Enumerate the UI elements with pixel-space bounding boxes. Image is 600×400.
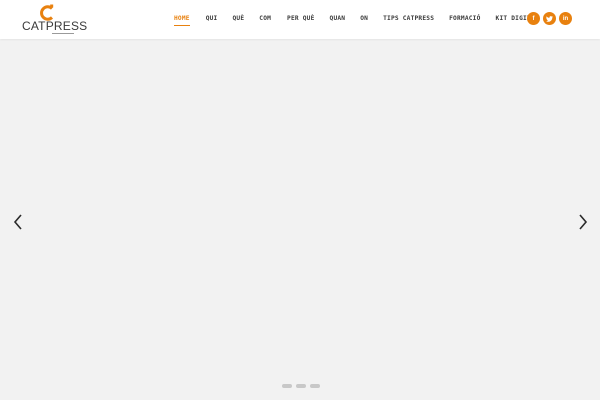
nav-item-per-que[interactable]: PER QUÈ xyxy=(287,15,314,22)
hero-slider xyxy=(0,39,600,400)
facebook-icon[interactable]: f xyxy=(527,12,540,25)
nav-item-formacio[interactable]: FORMACIÓ xyxy=(449,15,480,22)
linkedin-icon[interactable]: in xyxy=(559,12,572,25)
nav-item-tips-catpress[interactable]: TIPS CATPRESS xyxy=(383,15,434,22)
twitter-icon[interactable] xyxy=(543,12,556,25)
nav-item-quan[interactable]: QUAN xyxy=(330,15,346,22)
nav-item-com[interactable]: COM xyxy=(259,15,271,22)
site-logo[interactable]: CATPRESS xyxy=(22,4,87,34)
social-links: f in xyxy=(527,12,572,25)
chevron-left-icon xyxy=(13,214,22,230)
slider-next-button[interactable] xyxy=(576,212,590,232)
chevron-right-icon xyxy=(579,214,588,230)
slider-dot-3[interactable] xyxy=(310,384,320,388)
nav-item-on[interactable]: ON xyxy=(360,15,368,22)
nav-item-que[interactable]: QUÈ xyxy=(232,15,244,22)
slider-dot-1[interactable] xyxy=(282,384,292,388)
logo-underline xyxy=(52,33,74,34)
twitter-bird-icon xyxy=(546,15,553,22)
main-nav: HOME QUI QUÈ COM PER QUÈ QUAN ON TIPS CA… xyxy=(174,15,539,26)
nav-item-qui[interactable]: QUI xyxy=(206,15,218,22)
slider-prev-button[interactable] xyxy=(11,212,25,232)
site-header: CATPRESS HOME QUI QUÈ COM PER QUÈ QUAN O… xyxy=(0,0,600,39)
slider-dot-2[interactable] xyxy=(296,384,306,388)
nav-item-home[interactable]: HOME xyxy=(174,15,190,26)
slider-pagination xyxy=(282,384,320,388)
brand-name: CATPRESS xyxy=(22,19,88,33)
